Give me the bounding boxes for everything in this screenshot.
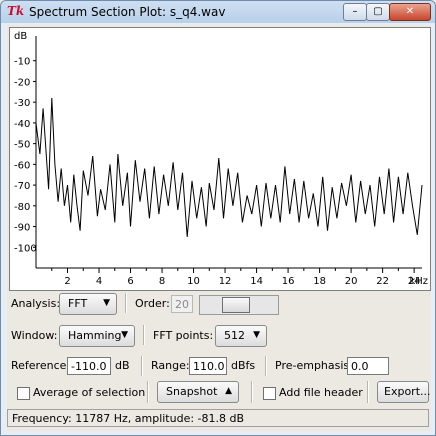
y-tick-label: -70 bbox=[14, 181, 30, 192]
range-unit: dBfs bbox=[231, 359, 256, 372]
add-header-label: Add file header bbox=[279, 386, 363, 399]
y-tick-label: -80 bbox=[14, 202, 30, 213]
snapshot-label: Snapshot bbox=[166, 385, 218, 398]
order-input[interactable]: 20 bbox=[171, 295, 193, 313]
chevron-down-icon: ▼ bbox=[121, 330, 128, 340]
chevron-down-icon: ▼ bbox=[103, 298, 110, 308]
export-label: Export... bbox=[384, 385, 431, 398]
x-tick-label: 12 bbox=[219, 276, 232, 287]
close-button[interactable]: ✕ bbox=[389, 3, 431, 21]
x-tick-label: 22 bbox=[376, 276, 389, 287]
x-tick-label: 10 bbox=[187, 276, 200, 287]
window-dropdown[interactable]: Hamming ▼ bbox=[59, 325, 135, 347]
x-tick-label: 14 bbox=[250, 276, 263, 287]
analysis-label: Analysis: bbox=[11, 297, 61, 310]
y-tick-label: -10 bbox=[14, 57, 30, 68]
order-label: Order: bbox=[135, 297, 170, 310]
divider bbox=[367, 381, 369, 403]
analysis-dropdown[interactable]: FFT ▼ bbox=[59, 293, 117, 315]
divider bbox=[251, 381, 253, 403]
y-tick-label: -60 bbox=[14, 160, 30, 171]
y-tick-label: -30 bbox=[14, 98, 30, 109]
divider bbox=[265, 356, 267, 376]
slider-thumb[interactable] bbox=[222, 297, 250, 313]
y-tick-label: -90 bbox=[14, 223, 30, 234]
preemphasis-label: Pre-emphasis: bbox=[275, 359, 353, 372]
fft-points-value: 512 bbox=[224, 329, 245, 342]
range-input[interactable]: 110.0 bbox=[189, 357, 227, 375]
x-unit-label: kHz bbox=[409, 276, 428, 287]
x-tick-label: 4 bbox=[96, 276, 102, 287]
range-label: Range: bbox=[151, 359, 190, 372]
spectrum-svg: dB -10 -20 -30 -40 -50 -60 -70 -80 -90 -100 2 4 6 8 10 1… bbox=[14, 31, 428, 287]
x-tick-label: 2 bbox=[64, 276, 70, 287]
x-tick-label: 16 bbox=[282, 276, 295, 287]
minimize-button[interactable]: – bbox=[343, 3, 367, 21]
divider bbox=[125, 293, 127, 313]
status-bar: Frequency: 11787 Hz, amplitude: -81.8 dB bbox=[7, 409, 429, 427]
snapshot-menu-button[interactable]: Snapshot ▲ bbox=[157, 381, 239, 403]
preemphasis-input[interactable]: 0.0 bbox=[347, 357, 389, 375]
export-button[interactable]: Export... bbox=[377, 381, 431, 403]
spectrum-line bbox=[35, 97, 423, 237]
y-unit-label: dB bbox=[14, 31, 27, 42]
fft-points-dropdown[interactable]: 512 ▼ bbox=[215, 325, 267, 347]
window-title: Spectrum Section Plot: s_q4.wav bbox=[29, 5, 226, 19]
title-bar[interactable]: Tk Spectrum Section Plot: s_q4.wav – ▢ ✕ bbox=[1, 1, 435, 23]
maximize-button[interactable]: ▢ bbox=[366, 3, 390, 21]
average-label: Average of selection bbox=[33, 386, 146, 399]
spectrum-plot[interactable]: dB -10 -20 -30 -40 -50 -60 -70 -80 -90 -100 2 4 6 8 10 1… bbox=[9, 27, 431, 291]
y-tick-label: -100 bbox=[14, 243, 37, 254]
divider bbox=[147, 381, 149, 403]
triangle-up-icon: ▲ bbox=[225, 386, 232, 396]
x-tick-label: 18 bbox=[313, 276, 326, 287]
chevron-down-icon: ▼ bbox=[253, 330, 260, 340]
analysis-value: FFT bbox=[68, 297, 88, 310]
y-tick-label: -20 bbox=[14, 77, 30, 88]
window-label: Window: bbox=[11, 329, 58, 342]
client-area: dB -10 -20 -30 -40 -50 -60 -70 -80 -90 -100 2 4 6 8 10 1… bbox=[7, 25, 431, 431]
x-tick-label: 8 bbox=[159, 276, 165, 287]
divider bbox=[141, 356, 143, 376]
fft-points-label: FFT points: bbox=[153, 329, 214, 342]
x-tick-label: 20 bbox=[345, 276, 358, 287]
window-value: Hamming bbox=[68, 329, 122, 342]
x-tick-label: 6 bbox=[127, 276, 133, 287]
reference-unit: dB bbox=[115, 359, 130, 372]
tk-app-icon: Tk bbox=[7, 4, 25, 18]
add-header-checkbox[interactable] bbox=[263, 387, 276, 400]
reference-label: Reference: bbox=[11, 359, 71, 372]
app-window: Tk Spectrum Section Plot: s_q4.wav – ▢ ✕… bbox=[0, 0, 436, 436]
average-checkbox[interactable] bbox=[17, 387, 30, 400]
y-tick-label: -40 bbox=[14, 119, 30, 130]
reference-input[interactable]: -110.0 bbox=[67, 357, 111, 375]
divider bbox=[143, 325, 145, 345]
y-tick-label: -50 bbox=[14, 140, 30, 151]
order-slider[interactable] bbox=[199, 295, 279, 315]
